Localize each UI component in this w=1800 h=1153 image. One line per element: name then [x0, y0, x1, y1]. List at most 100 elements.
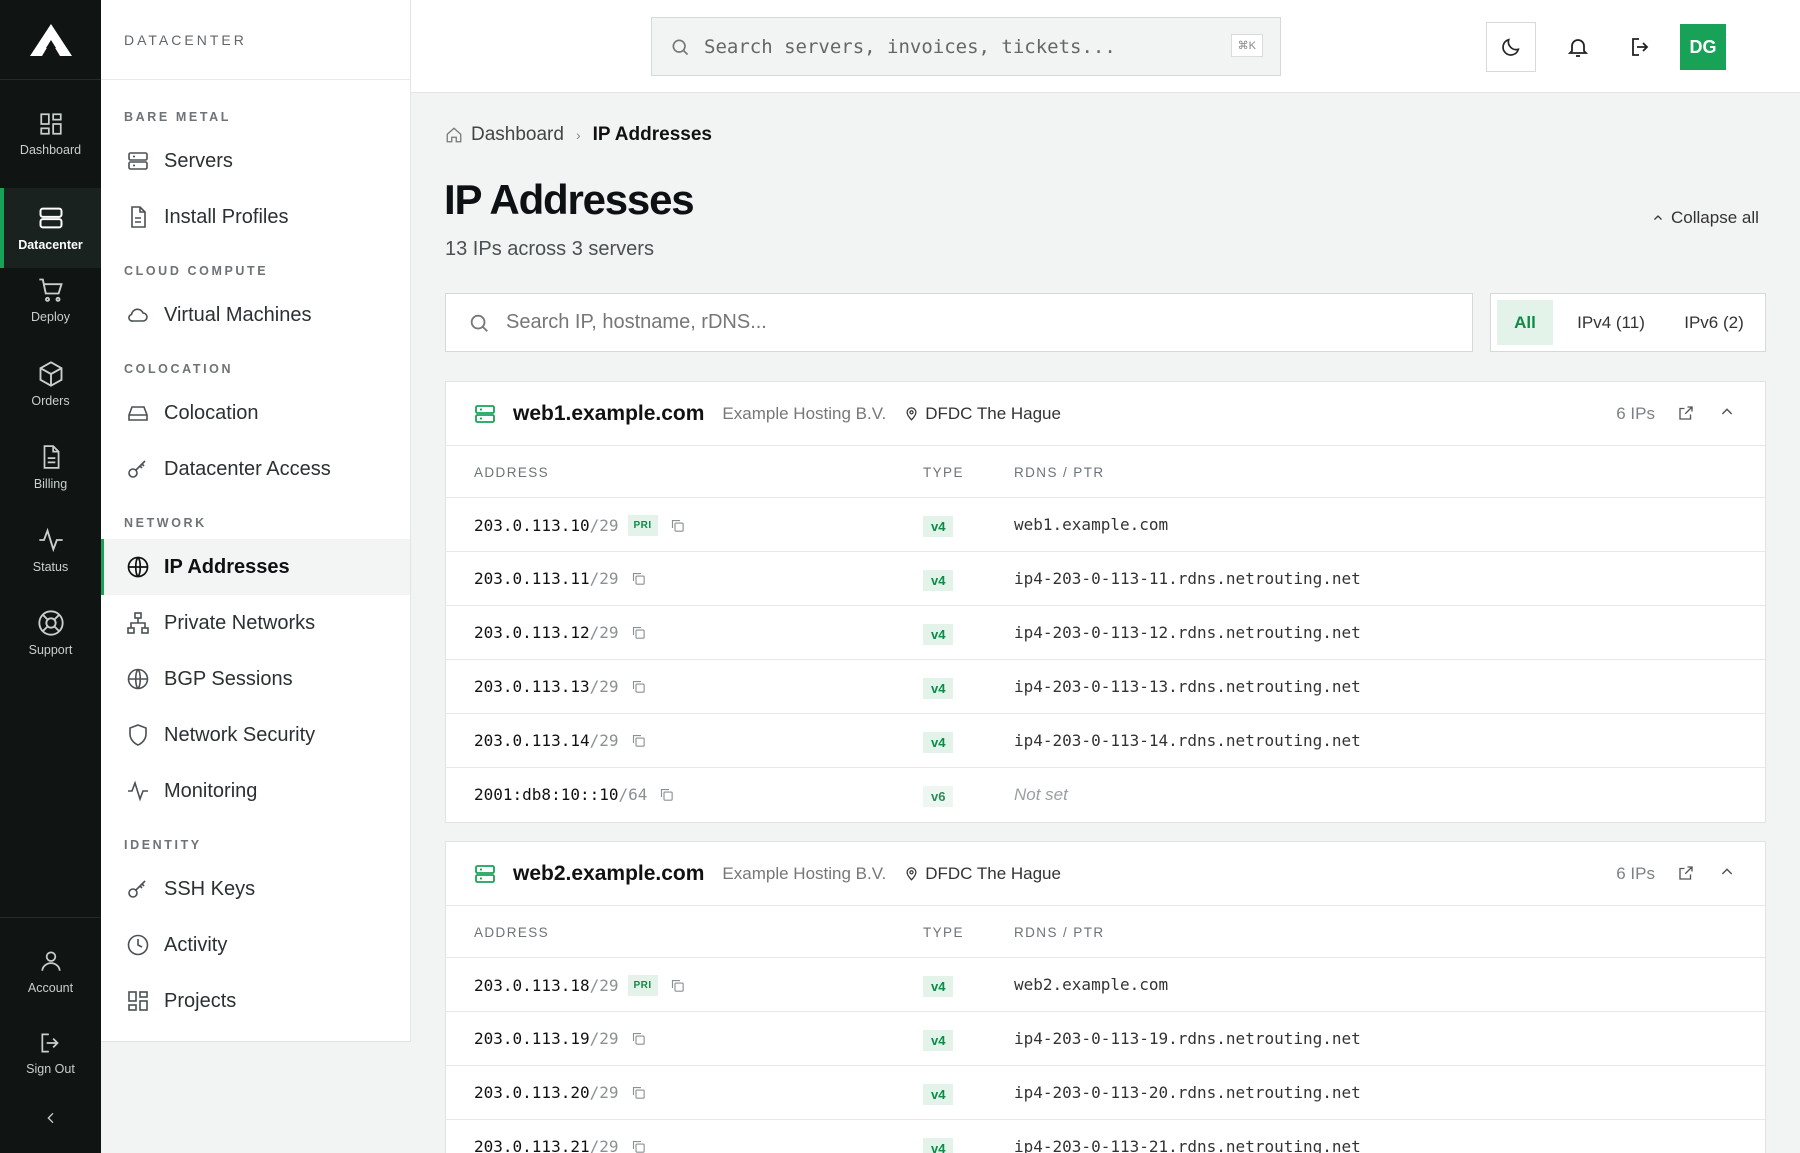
open-server-button[interactable]	[1677, 864, 1695, 882]
table-row[interactable]: 203.0.113.12/29 v4 ip4-203-0-113-12.rdns.n…	[446, 606, 1765, 660]
rail-item-sign-out[interactable]: Sign Out	[0, 1015, 101, 1091]
rail-item-datacenter[interactable]: Datacenter	[0, 188, 101, 268]
collapse-rail-button[interactable]	[0, 1100, 101, 1136]
server-hostname[interactable]: web1.example.com	[513, 402, 704, 426]
avatar[interactable]: DG	[1680, 24, 1726, 70]
copy-icon[interactable]	[659, 787, 674, 802]
copy-icon[interactable]	[631, 571, 646, 586]
rail-label: Account	[27, 981, 74, 995]
rdns-value[interactable]: ip4-203-0-113-13.rdns.netrouting.net	[1014, 677, 1361, 696]
collapse-server-button[interactable]	[1719, 404, 1735, 420]
ip-type-badge: v4	[923, 624, 954, 645]
server-card-header[interactable]: web2.example.com Example Hosting B.V. DFDC…	[446, 842, 1765, 906]
sidebar-item-bgp-sessions[interactable]: BGP Sessions	[101, 652, 410, 706]
server-hostname[interactable]: web2.example.com	[513, 862, 704, 886]
sidebar-item-projects[interactable]: Projects	[101, 974, 410, 1028]
collapse-all-button[interactable]: Collapse all	[1652, 208, 1759, 228]
sidebar-item-datacenter-access[interactable]: Datacenter Access	[101, 442, 410, 496]
sidebar-item-colocation[interactable]: Colocation	[101, 386, 410, 440]
sidebar-item-monitoring[interactable]: Monitoring	[101, 764, 410, 818]
column-header-type: TYPE	[923, 465, 964, 480]
rail-item-billing[interactable]: Billing	[0, 429, 101, 505]
copy-icon[interactable]	[631, 1031, 646, 1046]
open-server-button[interactable]	[1677, 404, 1695, 422]
table-row[interactable]: 2001:db8:10::10/64 v6 Not set	[446, 768, 1765, 822]
table-row[interactable]: 203.0.113.10/29 PRI v4 web1.example.com	[446, 498, 1765, 552]
rail-label: Support	[28, 643, 73, 657]
sidebar-item-private-networks[interactable]: Private Networks	[101, 596, 410, 650]
rdns-value[interactable]: Not set	[1014, 785, 1068, 805]
brand-logo[interactable]	[0, 0, 101, 80]
copy-icon[interactable]	[631, 733, 646, 748]
ip-search-input[interactable]	[506, 311, 1406, 334]
logout-button[interactable]	[1616, 22, 1666, 72]
rdns-value[interactable]: ip4-203-0-113-14.rdns.netrouting.net	[1014, 731, 1361, 750]
sidebar-item-label: SSH Keys	[164, 877, 256, 900]
ip-search[interactable]	[445, 293, 1473, 352]
rail-label: Orders	[31, 394, 70, 408]
server-stack-icon	[39, 207, 62, 229]
table-row[interactable]: 203.0.113.20/29 v4 ip4-203-0-113-20.rdns.n…	[446, 1066, 1765, 1120]
sidebar-item-install-profiles[interactable]: Install Profiles	[101, 190, 410, 244]
copy-icon[interactable]	[631, 679, 646, 694]
rail-item-deploy[interactable]: Deploy	[0, 262, 101, 338]
filter-all[interactable]: All	[1497, 300, 1553, 345]
ip-count: 6 IPs	[1616, 863, 1655, 883]
sidebar-item-servers[interactable]: Servers	[101, 134, 410, 188]
sidebar-item-label: Activity	[164, 933, 228, 956]
table-row[interactable]: 203.0.113.18/29 PRI v4 web2.example.com	[446, 958, 1765, 1012]
ip-prefix: /29	[589, 623, 619, 642]
sidebar-item-activity[interactable]: Activity	[101, 918, 410, 972]
sidebar-section-identity: IDENTITY	[124, 838, 202, 852]
copy-icon[interactable]	[631, 1085, 646, 1100]
copy-icon[interactable]	[670, 978, 685, 993]
breadcrumb-dashboard-link[interactable]: Dashboard	[471, 124, 564, 146]
ip-address: 203.0.113.20/29	[474, 1083, 646, 1102]
server-card: web2.example.com Example Hosting B.V. DFDC…	[445, 841, 1766, 1153]
rdns-value[interactable]: ip4-203-0-113-19.rdns.netrouting.net	[1014, 1029, 1361, 1048]
sign-out-icon	[1632, 38, 1649, 56]
copy-icon[interactable]	[631, 625, 646, 640]
sign-out-icon	[40, 1033, 59, 1053]
sidebar-item-network-security[interactable]: Network Security	[101, 708, 410, 762]
table-row[interactable]: 203.0.113.21/29 v4 ip4-203-0-113-21.rdns.n…	[446, 1120, 1765, 1153]
table-row[interactable]: 203.0.113.11/29 v4 ip4-203-0-113-11.rdns.n…	[446, 552, 1765, 606]
rdns-value[interactable]: ip4-203-0-113-12.rdns.netrouting.net	[1014, 623, 1361, 642]
rail-item-orders[interactable]: Orders	[0, 346, 101, 422]
user-icon	[40, 951, 61, 971]
rdns-value[interactable]: web2.example.com	[1014, 975, 1168, 994]
page-subtitle: 13 IPs across 3 servers	[445, 238, 654, 260]
server-card-header[interactable]: web1.example.com Example Hosting B.V. DFDC…	[446, 382, 1765, 446]
table-row[interactable]: 203.0.113.13/29 v4 ip4-203-0-113-13.rdns.n…	[446, 660, 1765, 714]
rdns-value[interactable]: ip4-203-0-113-21.rdns.netrouting.net	[1014, 1137, 1361, 1153]
rail-item-dashboard[interactable]: Dashboard	[0, 96, 101, 172]
shortcut-hint: ⌘K	[1230, 34, 1263, 57]
ip-type-badge: v4	[923, 1084, 954, 1105]
rail-item-account[interactable]: Account	[0, 933, 101, 1009]
sidebar-item-virtual-machines[interactable]: Virtual Machines	[101, 288, 410, 342]
filter-ipv4[interactable]: IPv4 (11)	[1561, 300, 1661, 345]
ip-value: 203.0.113.11	[474, 569, 590, 588]
sidebar-item-label: Servers	[164, 149, 233, 172]
collapse-server-button[interactable]	[1719, 864, 1735, 880]
rdns-value[interactable]: ip4-203-0-113-20.rdns.netrouting.net	[1014, 1083, 1361, 1102]
rail-label: Billing	[33, 477, 68, 491]
rail-item-status[interactable]: Status	[0, 512, 101, 588]
filter-ipv6[interactable]: IPv6 (2)	[1667, 300, 1761, 345]
table-row[interactable]: 203.0.113.14/29 v4 ip4-203-0-113-14.rdns.n…	[446, 714, 1765, 768]
sidebar-item-ssh-keys[interactable]: SSH Keys	[101, 862, 410, 916]
theme-toggle-button[interactable]	[1486, 22, 1536, 72]
dashboard-grid-icon	[128, 991, 148, 1011]
hard-drive-icon	[128, 406, 148, 421]
breadcrumb: Dashboard › IP Addresses	[445, 124, 712, 146]
global-search[interactable]: ⌘K	[651, 17, 1281, 76]
notifications-button[interactable]	[1553, 22, 1603, 72]
table-row[interactable]: 203.0.113.19/29 v4 ip4-203-0-113-19.rdns.n…	[446, 1012, 1765, 1066]
rdns-value[interactable]: web1.example.com	[1014, 515, 1168, 534]
copy-icon[interactable]	[670, 518, 685, 533]
sidebar-item-ip-addresses[interactable]: IP Addresses	[101, 539, 410, 595]
global-search-input[interactable]	[704, 35, 1214, 58]
copy-icon[interactable]	[631, 1139, 646, 1153]
rdns-value[interactable]: ip4-203-0-113-11.rdns.netrouting.net	[1014, 569, 1361, 588]
rail-item-support[interactable]: Support	[0, 595, 101, 671]
